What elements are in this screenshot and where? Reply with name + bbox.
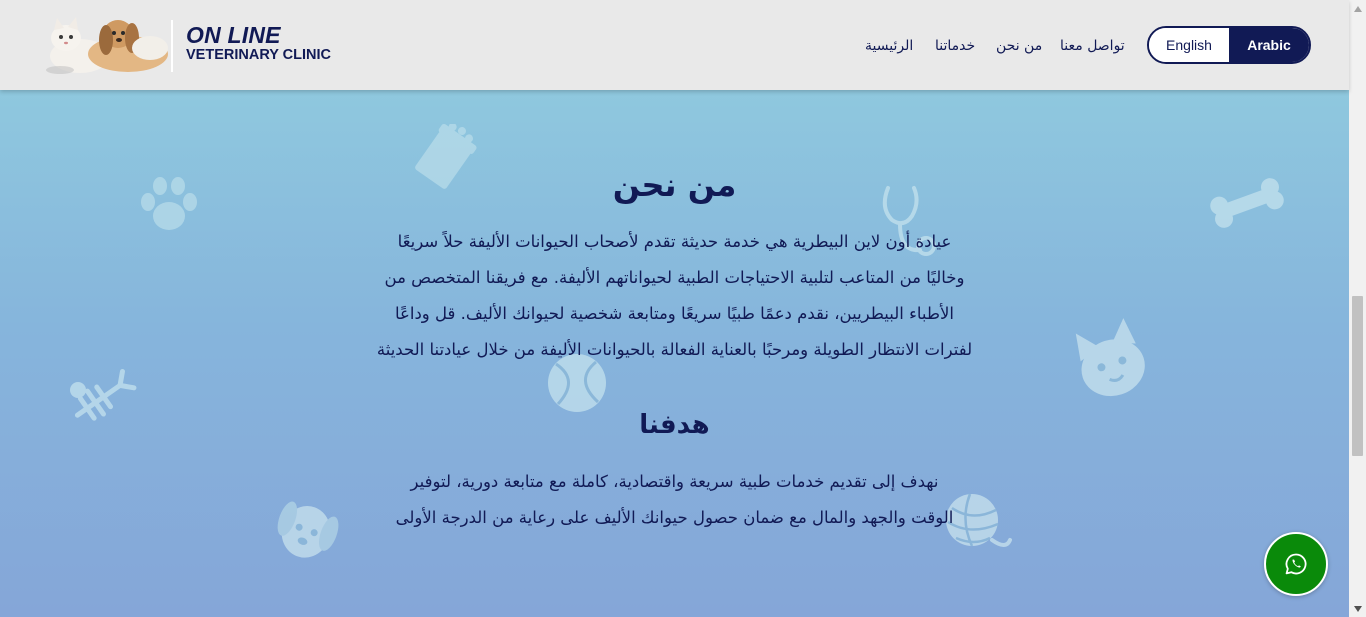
about-section: من نحن عيادة أون لاين البيطرية هي خدمة ح… [0, 90, 1349, 617]
about-title: من نحن [612, 166, 737, 204]
vertical-scrollbar[interactable] [1349, 0, 1366, 617]
scroll-down-arrow-icon[interactable] [1349, 600, 1366, 617]
goal-title: هدفنا [639, 410, 710, 440]
about-line: لفترات الانتظار الطويلة ومرحبًا بالعناية… [376, 340, 973, 359]
scrollbar-thumb[interactable] [1352, 296, 1363, 456]
nav-services-link[interactable]: خدماتنا [935, 36, 975, 56]
nav-contact-link[interactable]: تواصل معنا [1060, 36, 1125, 56]
goal-line: نهدف إلى تقديم خدمات طبية سريعة واقتصادي… [410, 472, 939, 491]
about-line: وخاليًا من المتاعب لتلبية الاحتياجات الط… [384, 268, 965, 287]
whatsapp-icon [1285, 553, 1307, 575]
goal-paragraph: نهدف إلى تقديم خدمات طبية سريعة واقتصادي… [356, 464, 993, 536]
about-line: عيادة أون لاين البيطرية هي خدمة حديثة تق… [397, 232, 952, 251]
scroll-up-arrow-icon[interactable] [1349, 0, 1366, 17]
nav-home-link[interactable]: الرئيسية [865, 36, 913, 56]
about-paragraph: عيادة أون لاين البيطرية هي خدمة حديثة تق… [334, 224, 1015, 368]
dog-face-icon [277, 501, 339, 558]
english-button[interactable]: English [1149, 28, 1229, 62]
logo-divider [171, 20, 173, 72]
brand-title: ON LINE [186, 22, 281, 48]
site-header: ON LINE VETERINARY CLINIC الرئيسية خدمات… [0, 0, 1349, 90]
arabic-button[interactable]: Arabic [1229, 28, 1309, 62]
language-toggle: English Arabic [1147, 26, 1311, 64]
whatsapp-button[interactable] [1264, 532, 1328, 596]
nav-about-link[interactable]: من نحن [996, 36, 1042, 56]
cat-face-icon [1075, 318, 1145, 397]
brand-subtitle: VETERINARY CLINIC [186, 47, 332, 63]
about-line: الأطباء البيطريين، نقدم دعمًا طبيًا سريع… [394, 304, 955, 323]
goal-line: الوقت والجهد والمال مع ضمان حصول حيوانك … [395, 508, 954, 527]
pets-logo-icon [46, 17, 168, 74]
